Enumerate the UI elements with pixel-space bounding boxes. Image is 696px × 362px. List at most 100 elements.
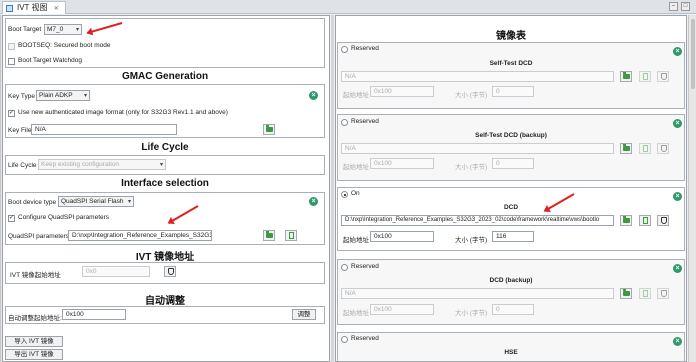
section-browse-button[interactable] (620, 143, 632, 154)
chevron-down-icon: ▾ (83, 93, 87, 99)
section-clear-button[interactable]: × (671, 336, 683, 347)
section-enable-radio[interactable] (341, 336, 348, 343)
section-title: HSE (504, 349, 518, 356)
size-label: 大小 (字节) (455, 92, 488, 99)
export-ivt-button[interactable]: 导出 IVT 镜像 (5, 349, 63, 360)
shield-icon (661, 73, 667, 80)
new-auth-format-label: Use new authenticated image format (only… (18, 109, 228, 116)
bootseq-checkbox[interactable] (8, 43, 15, 50)
clear-x-icon: × (309, 91, 318, 100)
quadspi-params-input[interactable]: D:\nxp\Integration_Reference_Examples_S3… (68, 230, 212, 241)
minimize-button[interactable]: – (669, 2, 678, 11)
key-type-select[interactable]: Plain ADKP ▾ (36, 90, 90, 101)
start-address-input[interactable]: 0x100 (370, 231, 434, 242)
section-lock-button[interactable] (657, 71, 669, 82)
section-lock-button[interactable] (657, 143, 669, 154)
section-clear-button[interactable]: × (671, 191, 683, 202)
size-input[interactable]: 0 (492, 86, 534, 97)
configure-quadspi-checkbox[interactable]: ✓ (8, 215, 15, 222)
size-input[interactable]: 0 (492, 158, 534, 169)
section-path-input[interactable]: D:\nxp\Integration_Reference_Examples_S3… (341, 215, 614, 226)
clear-x-icon: × (673, 337, 682, 346)
ivt-address-lock-button[interactable] (164, 266, 176, 277)
scrollbar-thumb[interactable] (691, 19, 695, 89)
start-address-input[interactable]: 0x100 (370, 158, 434, 169)
folder-icon (623, 72, 630, 79)
section-state-label: Reserved (351, 335, 379, 342)
lifecycle-select[interactable]: Keep existing configuration ▾ (38, 159, 166, 170)
boot-device-value: QuadSPI Serial Flash (61, 198, 124, 205)
shield-icon (661, 217, 667, 224)
section-state-label: On (351, 190, 360, 197)
boot-watchdog-checkbox[interactable] (8, 58, 15, 65)
auto-adjust-label: 自动调整起始地址: (8, 315, 62, 322)
section-lock-button[interactable] (657, 215, 669, 226)
key-file-input[interactable]: N/A (31, 124, 177, 135)
size-label: 大小 (字节) (455, 310, 488, 317)
boot-target-label: Boot Target (8, 26, 42, 33)
chevron-down-icon: ▾ (127, 199, 131, 205)
section-path-input[interactable]: N/A (341, 143, 614, 154)
section-path-input[interactable]: N/A (341, 71, 614, 82)
quadspi-browse-button[interactable] (263, 230, 275, 241)
tab-ivt-view[interactable]: IVT 视图 ✕ (2, 1, 66, 14)
boot-device-select[interactable]: QuadSPI Serial Flash ▾ (58, 196, 134, 207)
section-open-button[interactable] (639, 143, 651, 154)
interface-clear-button[interactable]: × (307, 196, 319, 207)
key-file-label: Key File (8, 127, 32, 134)
lifecycle-label: Life Cycle (8, 162, 37, 169)
size-input[interactable]: 0 (492, 304, 534, 315)
lifecycle-value: Keep existing configuration (41, 161, 120, 168)
interface-section-title: Interface selection (121, 178, 209, 189)
section-enable-radio[interactable] (341, 119, 348, 126)
folder-icon (623, 289, 630, 296)
new-auth-format-checkbox[interactable]: ✓ (8, 110, 15, 117)
shield-icon (661, 145, 667, 152)
clear-x-icon: × (673, 47, 682, 56)
section-state-label: Reserved (351, 45, 379, 52)
configure-quadspi-label: Configure QuadSPI parameters (18, 214, 110, 221)
size-input[interactable]: 116 (492, 231, 534, 242)
start-address-input[interactable]: 0x100 (370, 304, 434, 315)
section-open-button[interactable] (639, 288, 651, 299)
tab-close-icon[interactable]: ✕ (54, 6, 59, 12)
start-address-input[interactable]: 0x100 (370, 86, 434, 97)
section-enable-radio[interactable] (341, 191, 348, 198)
key-clear-button[interactable]: × (307, 90, 319, 101)
key-file-browse-button[interactable] (263, 124, 275, 135)
ivt-start-address-input[interactable]: 0x0 (82, 266, 150, 277)
start-address-label: 起始地址 (343, 92, 369, 99)
import-ivt-button[interactable]: 导入 IVT 镜像 (5, 336, 63, 347)
section-browse-button[interactable] (620, 215, 632, 226)
auto-adjust-address-input[interactable]: 0x100 (62, 309, 126, 320)
clear-x-icon: × (673, 264, 682, 273)
section-clear-button[interactable]: × (671, 263, 683, 274)
section-clear-button[interactable]: × (671, 46, 683, 57)
section-browse-button[interactable] (620, 71, 632, 82)
section-clear-button[interactable]: × (671, 118, 683, 129)
section-browse-button[interactable] (620, 288, 632, 299)
section-enable-radio[interactable] (341, 264, 348, 271)
boot-target-value: M7_0 (47, 26, 64, 33)
quadspi-open-button[interactable] (285, 230, 297, 241)
section-lock-button[interactable] (657, 288, 669, 299)
section-open-button[interactable] (639, 215, 651, 226)
panel-splitter[interactable] (331, 15, 334, 362)
view-tab-bar: IVT 视图 ✕ – □ (0, 0, 696, 14)
shield-icon (661, 290, 667, 297)
left-scrollbar[interactable] (0, 15, 2, 362)
document-icon (643, 73, 648, 80)
auto-adjust-button[interactable]: 调整 (292, 309, 316, 320)
document-icon (643, 145, 648, 152)
boot-target-select[interactable]: M7_0 ▾ (44, 24, 82, 35)
right-scrollbar[interactable] (688, 15, 696, 362)
start-address-label: 起始地址 (343, 164, 369, 171)
section-open-button[interactable] (639, 71, 651, 82)
ivt-start-address-label: IVT 镜像起始地址 (10, 272, 61, 279)
section-enable-radio[interactable] (341, 46, 348, 53)
clear-x-icon: × (673, 192, 682, 201)
maximize-button[interactable]: □ (681, 2, 690, 11)
bootseq-label: BOOTSEQ: Secured boot mode (18, 42, 111, 49)
section-path-input[interactable]: N/A (341, 288, 614, 299)
chevron-down-icon: ▾ (75, 27, 79, 33)
